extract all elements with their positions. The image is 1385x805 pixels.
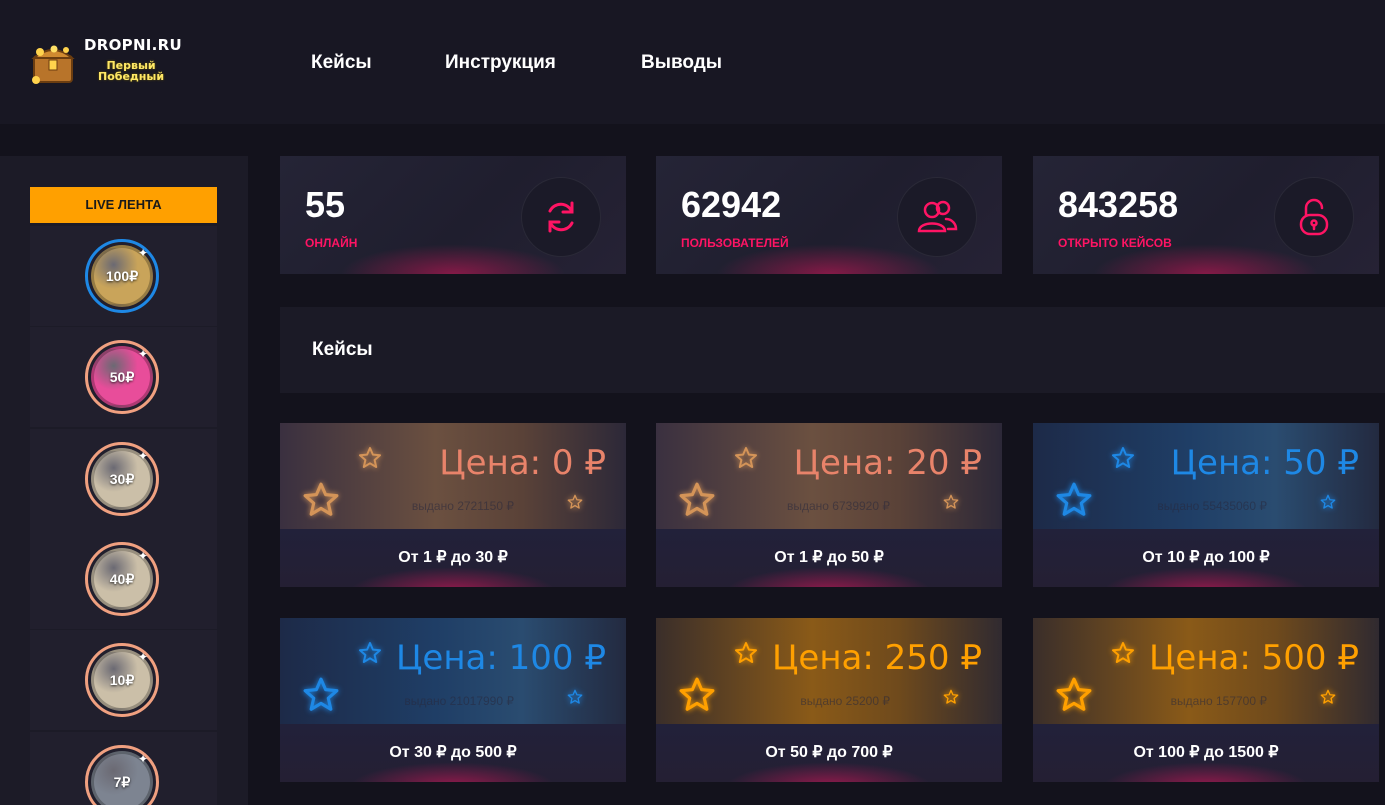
coin-icon: 50₽ ✦ [85, 340, 159, 414]
star-icon [1056, 677, 1092, 711]
star-icon [735, 642, 757, 663]
stat-value: 62942 [681, 184, 782, 225]
stat-value: 843258 [1058, 184, 1179, 225]
coin-icon: 7₽ ✦ [85, 745, 159, 805]
coin-icon: 30₽ ✦ [85, 442, 159, 516]
star-icon [567, 689, 583, 704]
star-icon [303, 482, 339, 516]
case-card[interactable]: Цена: 250 ₽ выдано 25200 ₽ От 50 ₽ до 700 … [656, 618, 1002, 782]
live-feed-sidebar: LIVE ЛЕНТА 100₽ ✦ 50₽ ✦ 30₽ ✦ 40₽ ✦ 10₽ ✦ 7₽ ✦ [0, 156, 248, 805]
star-icon [679, 482, 715, 516]
case-image: Цена: 250 ₽ выдано 25200 ₽ [656, 618, 1002, 724]
coin-icon: 40₽ ✦ [85, 542, 159, 616]
case-image: Цена: 20 ₽ выдано 6739920 ₽ [656, 423, 1002, 529]
case-card[interactable]: Цена: 50 ₽ выдано 55435060 ₽ От 10 ₽ до 10… [1033, 423, 1379, 587]
case-prize-range: От 30 ₽ до 500 ₽ [280, 724, 626, 782]
case-prize-range: От 100 ₽ до 1500 ₽ [1033, 724, 1379, 782]
live-feed-item[interactable]: 50₽ ✦ [30, 327, 217, 427]
case-price: Цена: 100 ₽ [396, 638, 606, 678]
star-icon [1112, 447, 1134, 468]
stat-online: 55 ОНЛАЙН [280, 156, 626, 274]
case-prize-range: От 1 ₽ до 30 ₽ [280, 529, 626, 587]
nav-instructions[interactable]: Инструкция [445, 52, 556, 74]
case-issued-total: выдано 6739920 ₽ [787, 499, 890, 513]
case-issued-total: выдано 157700 ₽ [1170, 694, 1267, 708]
stat-users: 62942 ПОЛЬЗОВАТЕЛЕЙ [656, 156, 1002, 274]
stat-label: ОНЛАЙН [305, 236, 358, 250]
case-issued-total: выдано 2721150 ₽ [411, 499, 514, 513]
logo-subtitle: Первый Победный [98, 60, 164, 82]
cases-section-header: Кейсы [280, 307, 1385, 393]
site-logo[interactable]: DROPNI.RU Первый Победный [28, 36, 188, 90]
live-feed-item[interactable]: 100₽ ✦ [30, 226, 217, 326]
nav-cases[interactable]: Кейсы [311, 52, 372, 74]
star-icon [679, 677, 715, 711]
star-icon [1056, 482, 1092, 516]
stat-cases-opened: 843258 ОТКРЫТО КЕЙСОВ [1033, 156, 1379, 274]
star-icon [1320, 689, 1336, 704]
sparkle-icon: ✦ [137, 246, 148, 260]
coin-icon: 100₽ ✦ [85, 239, 159, 313]
star-icon [359, 447, 381, 468]
case-price: Цена: 20 ₽ [793, 443, 982, 483]
header: DROPNI.RU Первый Победный Кейсы Инструкц… [0, 0, 1385, 124]
star-icon [303, 677, 339, 711]
star-icon [1112, 642, 1134, 663]
case-price: Цена: 0 ₽ [439, 443, 606, 483]
sparkle-icon: ✦ [137, 752, 148, 766]
nav-withdrawals[interactable]: Выводы [641, 52, 722, 74]
case-prize-range: От 1 ₽ до 50 ₽ [656, 529, 1002, 587]
case-image: Цена: 0 ₽ выдано 2721150 ₽ [280, 423, 626, 529]
coin-icon: 10₽ ✦ [85, 643, 159, 717]
stat-label: ОТКРЫТО КЕЙСОВ [1058, 236, 1172, 250]
case-image: Цена: 500 ₽ выдано 157700 ₽ [1033, 618, 1379, 724]
case-issued-total: выдано 55435060 ₽ [1157, 499, 1267, 513]
case-image: Цена: 50 ₽ выдано 55435060 ₽ [1033, 423, 1379, 529]
refresh-icon [521, 177, 601, 257]
live-feed-item[interactable]: 30₽ ✦ [30, 429, 217, 529]
users-icon [897, 177, 977, 257]
case-card[interactable]: Цена: 20 ₽ выдано 6739920 ₽ От 1 ₽ до 50 ₽ [656, 423, 1002, 587]
live-feed-title: LIVE ЛЕНТА [30, 187, 217, 223]
unlock-icon [1274, 177, 1354, 257]
stat-label: ПОЛЬЗОВАТЕЛЕЙ [681, 236, 789, 250]
case-price: Цена: 250 ₽ [772, 638, 982, 678]
case-image: Цена: 100 ₽ выдано 21017990 ₽ [280, 618, 626, 724]
case-prize-range: От 10 ₽ до 100 ₽ [1033, 529, 1379, 587]
live-feed-item[interactable]: 40₽ ✦ [30, 529, 217, 629]
case-price: Цена: 500 ₽ [1149, 638, 1359, 678]
star-icon [943, 494, 959, 509]
treasure-chest-icon [31, 45, 75, 84]
case-price: Цена: 50 ₽ [1170, 443, 1359, 483]
stat-value: 55 [305, 184, 346, 225]
star-icon [1320, 494, 1336, 509]
sparkle-icon: ✦ [137, 549, 148, 563]
star-icon [567, 494, 583, 509]
logo-subtitle-line2: Победный [98, 70, 165, 83]
star-icon [359, 642, 381, 663]
logo-title: DROPNI.RU [84, 36, 183, 54]
case-card[interactable]: Цена: 500 ₽ выдано 157700 ₽ От 100 ₽ до 15… [1033, 618, 1379, 782]
live-feed-item[interactable]: 10₽ ✦ [30, 630, 217, 730]
live-feed-item[interactable]: 7₽ ✦ [30, 732, 217, 805]
star-icon [943, 689, 959, 704]
sparkle-icon: ✦ [137, 449, 148, 463]
sparkle-icon: ✦ [137, 347, 148, 361]
case-card[interactable]: Цена: 100 ₽ выдано 21017990 ₽ От 30 ₽ до 5… [280, 618, 626, 782]
sparkle-icon: ✦ [137, 650, 148, 664]
section-title: Кейсы [312, 339, 373, 360]
case-card[interactable]: Цена: 0 ₽ выдано 2721150 ₽ От 1 ₽ до 30 ₽ [280, 423, 626, 587]
case-issued-total: выдано 25200 ₽ [800, 694, 890, 708]
case-prize-range: От 50 ₽ до 700 ₽ [656, 724, 1002, 782]
star-icon [735, 447, 757, 468]
case-issued-total: выдано 21017990 ₽ [404, 694, 514, 708]
